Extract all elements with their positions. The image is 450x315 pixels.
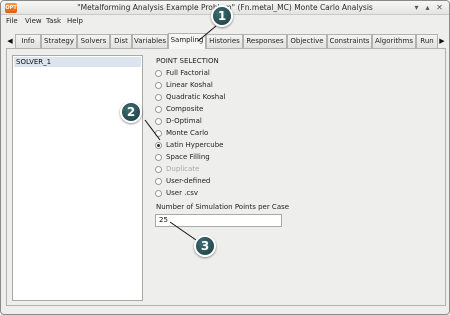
simulation-points-label: Number of Simulation Points per Case bbox=[156, 203, 290, 211]
callout-3-badge: 3 bbox=[194, 235, 216, 257]
simulation-points-input[interactable]: 25 bbox=[155, 214, 282, 227]
radio-label: D-Optimal bbox=[166, 117, 202, 125]
radio-button-disabled bbox=[155, 166, 162, 173]
sampling-panel: SOLVER_1 POINT SELECTION Full Factorial … bbox=[6, 48, 446, 306]
menu-task[interactable]: Task bbox=[46, 16, 61, 26]
tab-algorithms[interactable]: Algorithms bbox=[372, 34, 416, 48]
radio-button[interactable] bbox=[155, 106, 162, 113]
window-title-suffix: n.metal_MC) Monte Carlo Analysis bbox=[244, 3, 373, 12]
close-icon[interactable]: ✕ bbox=[435, 4, 444, 13]
tab-strategy[interactable]: Strategy bbox=[41, 34, 77, 48]
radio-label: User .csv bbox=[166, 189, 199, 197]
radio-label: Monte Carlo bbox=[166, 129, 209, 137]
radio-label: Duplicate bbox=[166, 165, 200, 173]
radio-label: Space Filling bbox=[166, 153, 210, 161]
menu-view[interactable]: View bbox=[25, 16, 42, 26]
radio-label: Linear Koshal bbox=[166, 81, 213, 89]
tab-variables[interactable]: Variables bbox=[132, 34, 168, 48]
tab-histories[interactable]: Histories bbox=[206, 34, 243, 48]
tab-sampling[interactable]: Sampling bbox=[168, 33, 206, 49]
radio-button[interactable] bbox=[155, 130, 162, 137]
radio-label: Quadratic Koshal bbox=[166, 93, 226, 101]
tab-objective[interactable]: Objective bbox=[287, 34, 327, 48]
solver-list[interactable]: SOLVER_1 bbox=[12, 55, 143, 301]
radio-button[interactable] bbox=[155, 82, 162, 89]
tab-responses[interactable]: Responses bbox=[243, 34, 287, 48]
radio-label: User-defined bbox=[166, 177, 211, 185]
tab-solvers[interactable]: Solvers bbox=[77, 34, 110, 48]
point-selection-title: POINT SELECTION bbox=[156, 57, 219, 65]
radio-label: Composite bbox=[166, 105, 204, 113]
radio-label: Full Factorial bbox=[166, 69, 210, 77]
tab-scroll-right-icon[interactable]: ▶ bbox=[438, 36, 446, 46]
menu-file[interactable]: File bbox=[6, 16, 18, 26]
minimize-icon[interactable]: ▾ bbox=[412, 4, 421, 13]
radio-button-selected[interactable] bbox=[155, 142, 162, 149]
tab-info[interactable]: Info bbox=[15, 34, 41, 48]
app-window: OPT "Metalforming Analysis Example Probl… bbox=[0, 0, 450, 315]
maximize-icon[interactable]: ▴ bbox=[423, 4, 432, 13]
radio-button[interactable] bbox=[155, 70, 162, 77]
menu-help[interactable]: Help bbox=[67, 16, 83, 26]
radio-button[interactable] bbox=[155, 178, 162, 185]
solver-list-item[interactable]: SOLVER_1 bbox=[14, 57, 141, 67]
radio-label: Latin Hypercube bbox=[166, 141, 224, 149]
radio-button[interactable] bbox=[155, 94, 162, 101]
tab-scroll-left-icon[interactable]: ◀ bbox=[6, 36, 14, 46]
radio-button[interactable] bbox=[155, 190, 162, 197]
tab-bar: ◀ Info Strategy Solvers Dist Variables S… bbox=[6, 33, 446, 49]
callout-2-badge: 2 bbox=[120, 101, 142, 123]
radio-button[interactable] bbox=[155, 118, 162, 125]
tab-constraints[interactable]: Constraints bbox=[327, 34, 372, 48]
tab-dist[interactable]: Dist bbox=[110, 34, 132, 48]
callout-1-badge: 1 bbox=[211, 5, 233, 27]
radio-button[interactable] bbox=[155, 154, 162, 161]
tab-run[interactable]: Run bbox=[416, 34, 438, 48]
